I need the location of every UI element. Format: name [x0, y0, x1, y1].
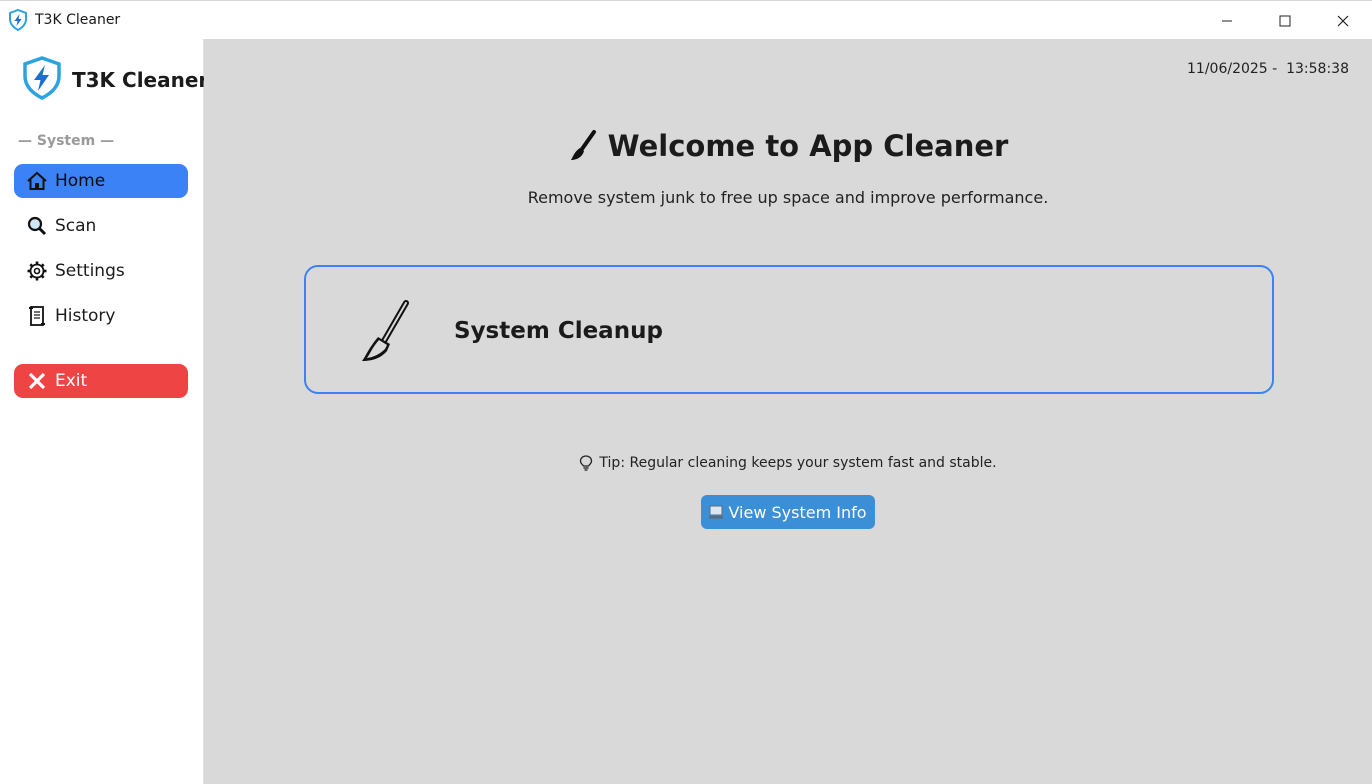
maximize-icon	[1279, 15, 1291, 26]
sidebar-item-home[interactable]: Home	[14, 164, 188, 198]
close-icon	[1337, 15, 1349, 26]
scroll-icon	[26, 305, 48, 327]
gear-icon	[26, 260, 48, 282]
welcome-heading: Welcome to App Cleaner	[204, 129, 1372, 163]
sidebar-item-label: Home	[55, 171, 106, 191]
sidebar: T3K Cleaner — System — Home Scan Setting…	[0, 39, 208, 784]
exit-label: Exit	[55, 371, 88, 391]
view-system-info-label: View System Info	[728, 502, 867, 522]
page-title: Welcome to App Cleaner	[607, 129, 1009, 163]
system-cleanup-card[interactable]: System Cleanup	[304, 265, 1274, 394]
brand-logo	[20, 56, 64, 100]
exit-button[interactable]: Exit	[14, 364, 188, 398]
title-bar: T3K Cleaner	[0, 0, 1372, 39]
brand-name: T3K Cleaner	[72, 68, 209, 92]
magnifier-icon	[26, 215, 48, 237]
computer-icon	[709, 505, 724, 519]
paintbrush-icon	[570, 130, 596, 160]
close-icon	[26, 370, 48, 392]
app-shield-icon	[7, 8, 29, 32]
sidebar-item-settings[interactable]: Settings	[14, 254, 188, 288]
main-content: 11/06/2025 - 13:58:38 Welcome to App Cle…	[204, 39, 1372, 784]
tip-text: Tip: Regular cleaning keeps your system …	[599, 455, 997, 471]
close-window-button[interactable]	[1314, 1, 1372, 40]
page-subtitle: Remove system junk to free up space and …	[527, 188, 1049, 207]
lightbulb-icon	[579, 455, 593, 471]
card-title: System Cleanup	[454, 318, 663, 344]
minimize-icon	[1222, 20, 1232, 21]
sidebar-item-history[interactable]: History	[14, 299, 188, 333]
sidebar-item-scan[interactable]: Scan	[14, 209, 188, 243]
sidebar-item-label: Settings	[55, 261, 125, 281]
section-label-system: — System —	[18, 133, 115, 149]
tip-line: Tip: Regular cleaning keeps your system …	[204, 455, 1372, 471]
datetime-display: 11/06/2025 - 13:58:38	[1187, 61, 1349, 77]
home-icon	[26, 170, 48, 192]
shield-lightning-icon	[23, 56, 61, 100]
minimize-button[interactable]	[1198, 1, 1256, 40]
sidebar-item-label: Scan	[55, 216, 97, 236]
window-title: T3K Cleaner	[35, 12, 121, 28]
view-system-info-button[interactable]: View System Info	[701, 495, 875, 529]
maximize-button[interactable]	[1256, 1, 1314, 40]
broom-icon	[354, 299, 414, 369]
sidebar-item-label: History	[55, 306, 116, 326]
